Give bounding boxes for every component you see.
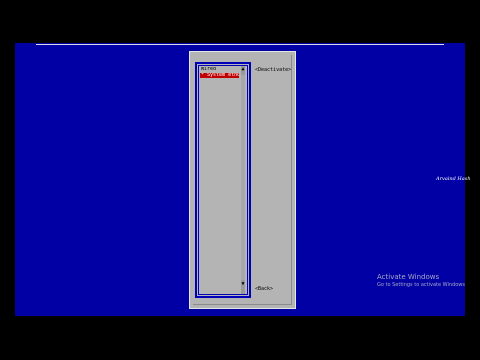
list-item-wired[interactable]: Wired (201, 67, 239, 72)
signature-watermark: Arvaind Hash (436, 176, 471, 182)
top-divider (36, 44, 444, 45)
activate-windows-title: Activate Windows (377, 273, 440, 281)
back-button[interactable]: <Back> (255, 287, 273, 292)
scroll-up-arrow-icon[interactable]: ▲ (241, 67, 245, 72)
scroll-down-arrow-icon[interactable]: ▼ (241, 282, 245, 287)
scrollbar-thumb[interactable] (241, 75, 245, 280)
deactivate-button[interactable]: <Deactivate> (255, 68, 291, 73)
list-item-system-eth0[interactable]: * System eth0 (200, 73, 239, 78)
activate-windows-subtitle: Go to Settings to activate Windows (377, 282, 465, 288)
